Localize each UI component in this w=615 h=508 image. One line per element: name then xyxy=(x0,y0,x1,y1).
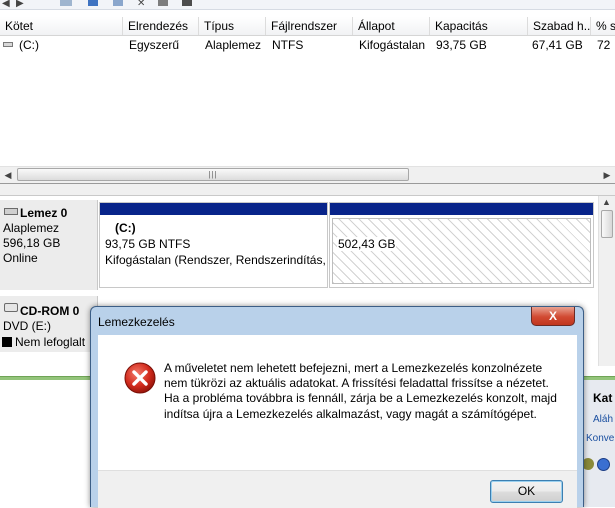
col-fajlrendszer[interactable]: Fájlrendszer xyxy=(266,17,353,35)
pane-splitter[interactable] xyxy=(0,183,615,196)
actions-pane: Kat Aláh Konver xyxy=(583,380,615,507)
dialog-footer: OK xyxy=(98,470,577,508)
actions-link-2[interactable]: Konver xyxy=(586,433,615,444)
close-button[interactable]: X xyxy=(531,307,575,326)
horizontal-scrollbar[interactable]: ◀ ||| ▶ xyxy=(0,166,615,183)
cell-szazalek: 72 xyxy=(597,38,611,52)
col-szabad[interactable]: Szabad h... xyxy=(528,17,591,35)
show-icon[interactable] xyxy=(60,0,72,6)
unallocated-hatch xyxy=(332,218,591,284)
cd-drive-icon xyxy=(4,303,18,312)
col-allapot[interactable]: Állapot xyxy=(353,17,430,35)
help-circle-icon[interactable] xyxy=(597,458,610,471)
disk-icon[interactable] xyxy=(158,0,168,6)
actions-link-1[interactable]: Aláh xyxy=(593,414,613,425)
col-kotet[interactable]: Kötet xyxy=(0,17,123,35)
col-elrendezes[interactable]: Elrendezés xyxy=(123,17,199,35)
col-szazalek[interactable]: % s xyxy=(591,17,615,35)
partition-unallocated[interactable]: 502,43 GB xyxy=(329,202,594,288)
scroll-right-icon[interactable]: ▶ xyxy=(599,167,615,183)
forward-icon[interactable]: ▶ xyxy=(16,0,24,9)
cell-allapot: Kifogástalan ... xyxy=(359,38,429,52)
help-icon[interactable] xyxy=(88,0,98,6)
disk-0-name: Lemez 0 xyxy=(20,206,68,220)
error-dialog: Lemezkezelés X A műveletet nem lehetett … xyxy=(90,306,584,508)
partition-c-bar xyxy=(100,203,327,215)
error-message: A műveletet nem lehetett befejezni, mert… xyxy=(164,361,557,421)
partition-unallocated-bar xyxy=(330,203,593,215)
actions-title: Kat xyxy=(593,391,613,405)
scroll-up-icon[interactable]: ▲ xyxy=(602,197,611,207)
monitor-icon[interactable] xyxy=(182,0,192,6)
cell-szabad: 67,41 GB xyxy=(532,38,583,52)
unallocated-legend-icon xyxy=(2,337,12,347)
vertical-scrollbar[interactable]: ▲ xyxy=(598,196,615,366)
cell-kapacitas: 93,75 GB xyxy=(436,38,487,52)
dialog-body: A műveletet nem lehetett befejezni, mert… xyxy=(98,335,577,470)
cell-kotet: (C:) xyxy=(19,38,39,52)
disk-0-type: Alaplemez xyxy=(3,221,60,235)
back-icon[interactable]: ◀ xyxy=(2,0,10,9)
hard-disk-icon xyxy=(4,208,18,215)
volume-icon xyxy=(3,42,13,47)
toolbar: ◀ ▶ ✕ xyxy=(0,0,615,10)
scroll-left-icon[interactable]: ◀ xyxy=(0,167,16,183)
unallocated-size: 502,43 GB xyxy=(337,237,397,251)
dialog-title: Lemezkezelés xyxy=(98,315,175,329)
delete-icon[interactable]: ✕ xyxy=(137,0,145,9)
properties-icon[interactable] xyxy=(113,0,123,6)
cdrom-0-status: Nem lefoglalt xyxy=(15,335,86,349)
disk-0-size: 596,18 GB xyxy=(3,236,61,250)
error-icon xyxy=(124,362,156,394)
scroll-thumb[interactable]: ||| xyxy=(17,168,409,181)
cdrom-0-type: DVD (E:) xyxy=(3,319,51,333)
partition-c-name: (C:) xyxy=(115,221,136,235)
disk-0-label[interactable]: Lemez 0 Alaplemez 596,18 GB Online xyxy=(0,200,98,290)
partition-c-status: Kifogástalan (Rendszer, Rendszerindítás,… xyxy=(105,253,325,267)
partition-c-size: 93,75 GB NTFS xyxy=(105,237,191,251)
status-dot-icon xyxy=(584,458,594,470)
col-kapacitas[interactable]: Kapacitás xyxy=(430,17,528,35)
cdrom-0-name: CD-ROM 0 xyxy=(20,304,80,318)
col-tipus[interactable]: Típus xyxy=(199,17,266,35)
partition-c[interactable]: (C:) 93,75 GB NTFS Kifogástalan (Rendsze… xyxy=(99,202,328,288)
cell-fajlrendszer: NTFS xyxy=(272,38,304,52)
cdrom-0-label[interactable]: CD-ROM 0 DVD (E:) Nem lefoglalt xyxy=(0,296,98,352)
cell-tipus: Alaplemez xyxy=(205,38,262,52)
volume-list-header: Kötet Elrendezés Típus Fájlrendszer Álla… xyxy=(0,17,615,36)
vertical-scroll-thumb[interactable] xyxy=(601,210,613,238)
cell-elrendezes: Egyszerű xyxy=(129,38,180,52)
ok-button[interactable]: OK xyxy=(490,480,563,503)
table-row[interactable]: (C:) Egyszerű Alaplemez NTFS Kifogástala… xyxy=(0,37,615,54)
disk-0-status: Online xyxy=(3,251,38,265)
